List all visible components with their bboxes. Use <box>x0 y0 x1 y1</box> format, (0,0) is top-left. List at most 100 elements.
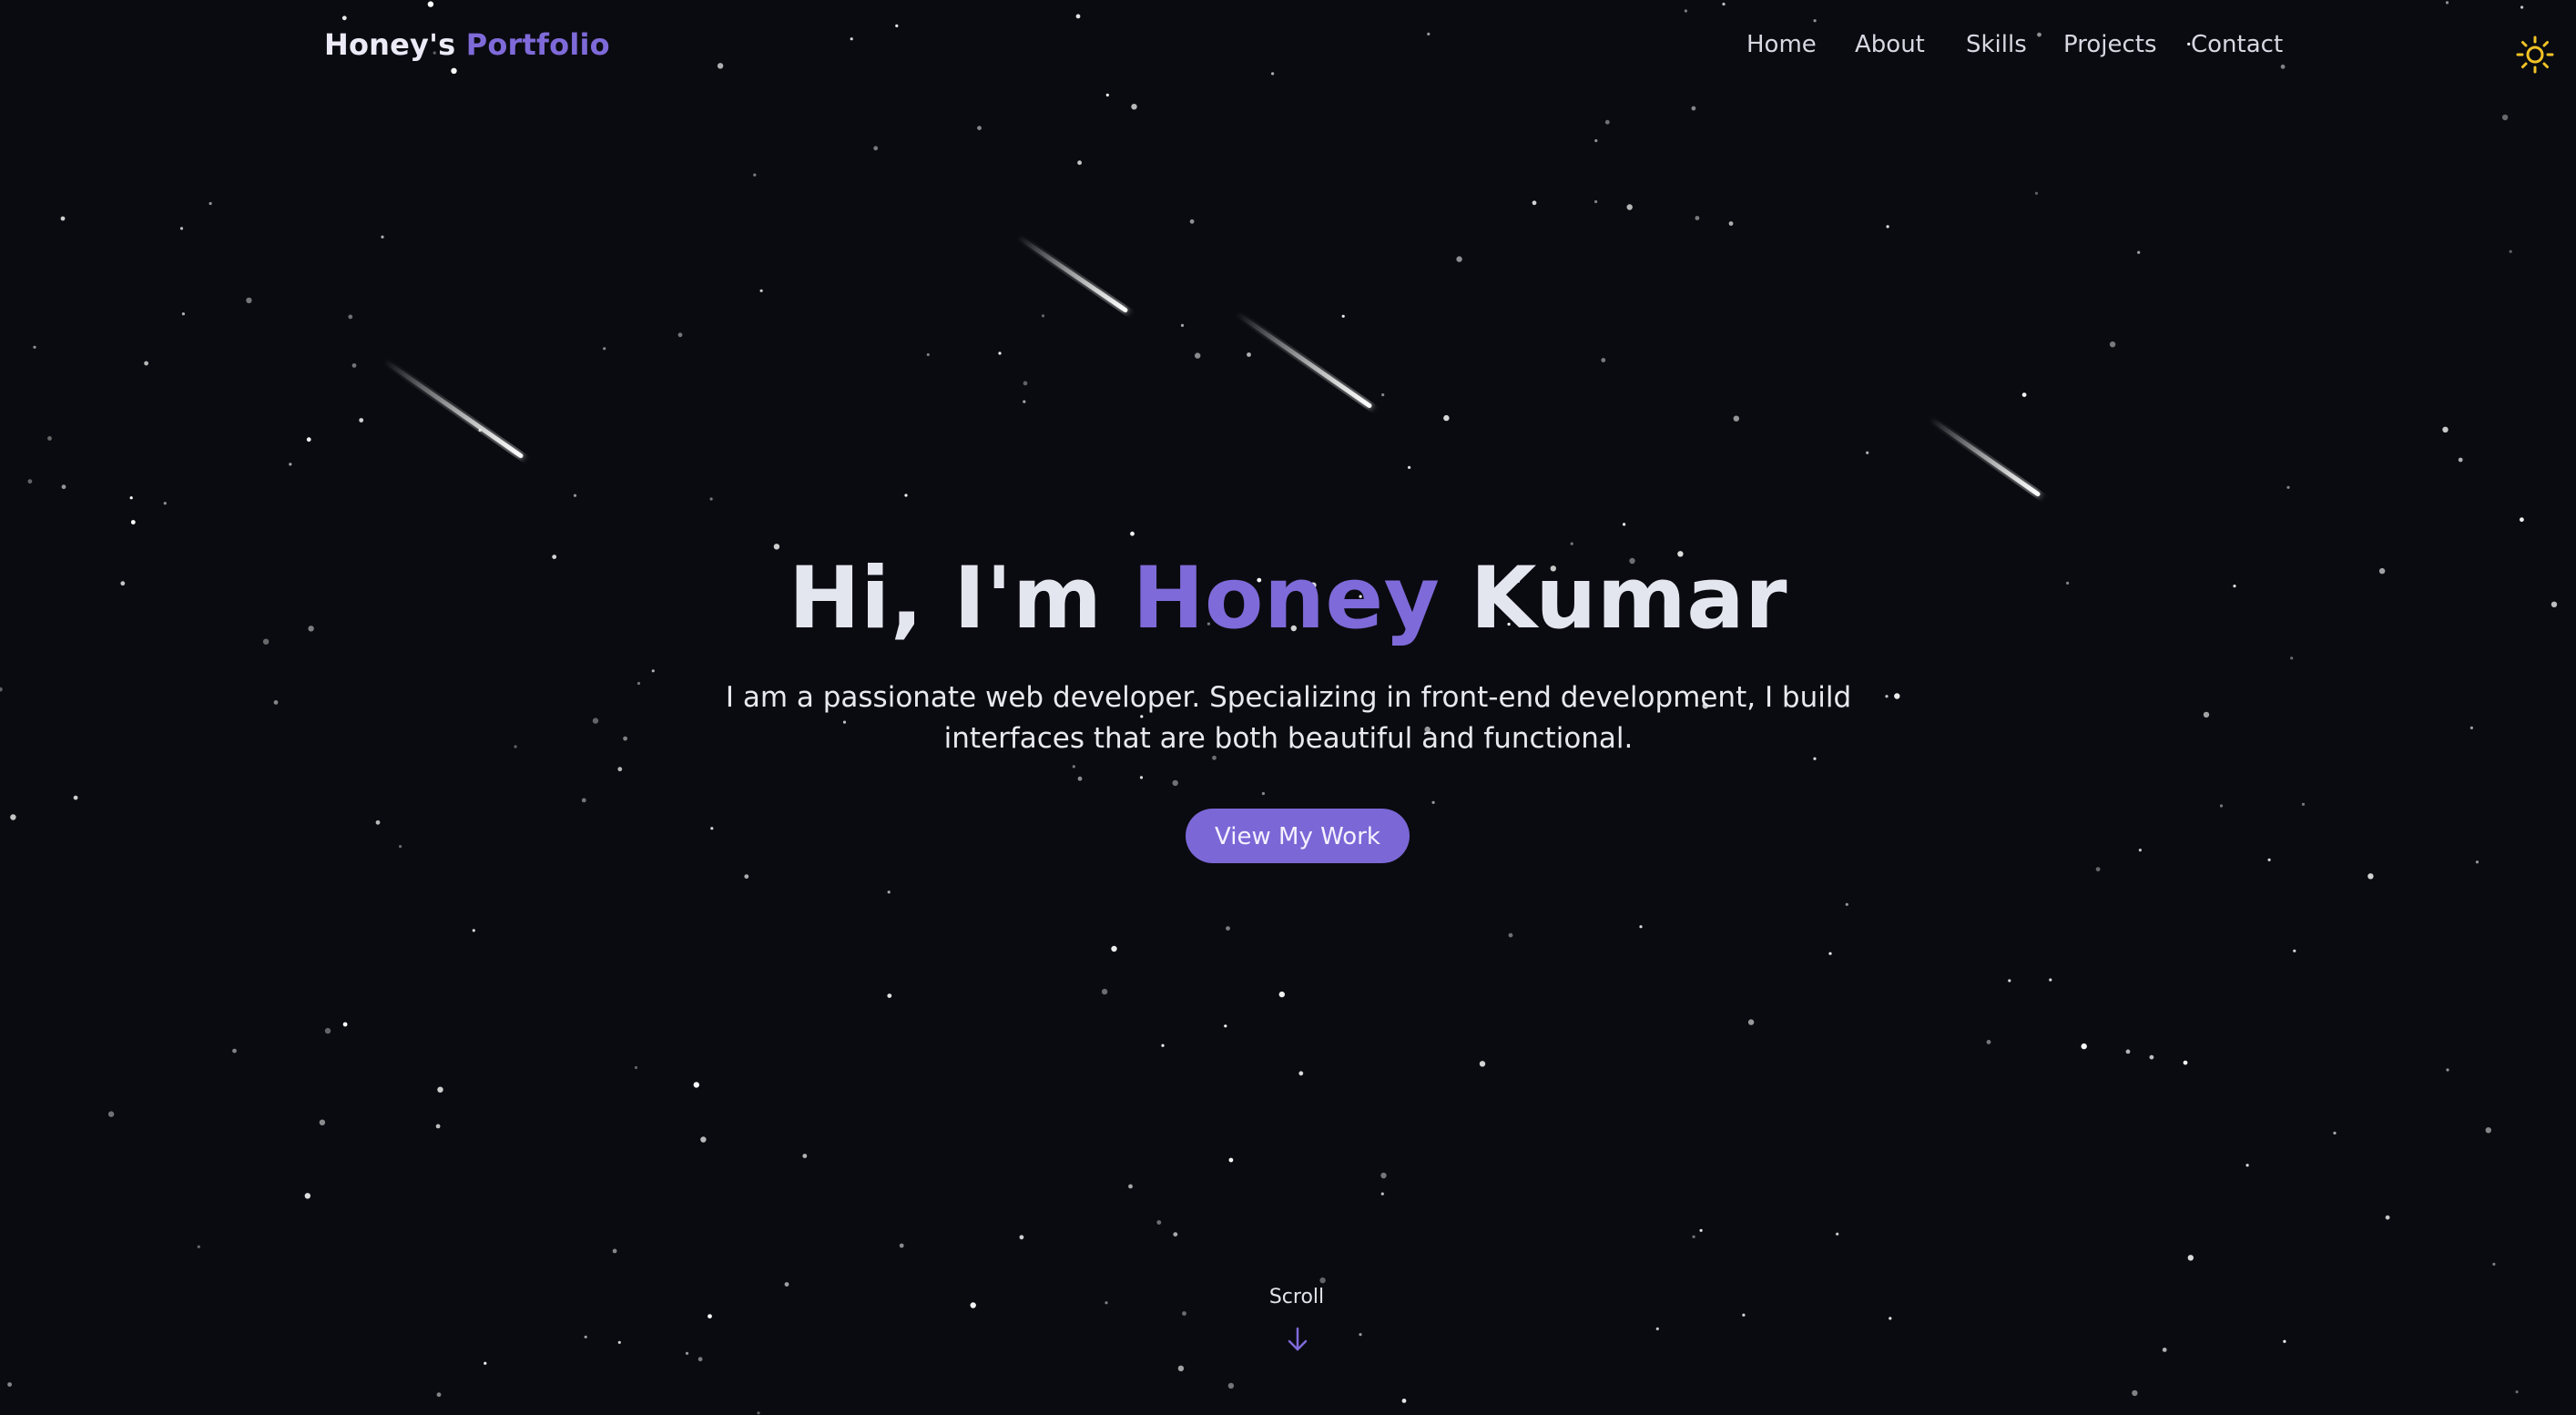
nav-link-projects[interactable]: Projects <box>2063 31 2157 58</box>
star <box>1128 1184 1133 1189</box>
star <box>10 814 16 820</box>
star <box>2021 392 2027 397</box>
view-my-work-button[interactable]: View My Work <box>1186 809 1410 863</box>
star <box>2520 517 2524 523</box>
star <box>700 1136 707 1143</box>
star <box>2385 1215 2390 1220</box>
star <box>1532 200 1537 206</box>
site-logo[interactable]: Honey's Portfolio <box>324 27 610 62</box>
star <box>2458 457 2463 463</box>
star <box>2081 1043 2087 1050</box>
star <box>73 795 78 800</box>
star <box>1380 1192 1384 1196</box>
star <box>436 1392 442 1398</box>
star <box>709 497 713 501</box>
star <box>2219 804 2224 808</box>
star <box>2187 1255 2194 1261</box>
nav-link-skills[interactable]: Skills <box>1966 31 2027 58</box>
star <box>2132 1390 2138 1397</box>
star <box>304 1193 311 1199</box>
nav-link-contact[interactable]: Contact <box>2191 31 2283 58</box>
star <box>1261 791 1265 796</box>
star <box>1023 381 1028 386</box>
star <box>887 993 892 998</box>
star <box>784 1282 789 1287</box>
star <box>1139 776 1144 779</box>
star <box>2469 726 2473 730</box>
star <box>603 347 606 351</box>
scroll-label: Scroll <box>1268 1286 1325 1308</box>
star <box>1298 1071 1304 1076</box>
star <box>1691 106 1696 111</box>
star <box>634 1065 638 1070</box>
star <box>1889 1317 1892 1320</box>
star <box>1195 352 1201 359</box>
star <box>359 418 364 422</box>
hero-title-prefix: Hi, I'm <box>788 549 1103 648</box>
star <box>181 312 185 316</box>
nav-link-about[interactable]: About <box>1855 31 1925 58</box>
logo-accent-text: Portfolio <box>465 27 610 62</box>
star <box>1594 199 1598 204</box>
navbar: Honey's Portfolio Home About Skills Proj… <box>0 0 2576 100</box>
star <box>1866 451 1869 454</box>
star <box>1623 523 1626 526</box>
scroll-down-button[interactable] <box>1286 1326 1309 1353</box>
star <box>887 891 891 894</box>
arrow-down-icon <box>1288 1327 1308 1351</box>
star <box>2301 802 2306 806</box>
star <box>1639 925 1643 929</box>
star <box>581 798 586 803</box>
hero-title-last-name: Kumar <box>1470 549 1788 648</box>
shooting-star <box>383 359 524 459</box>
hero-section: Honey's Portfolio Home About Skills Proj… <box>0 0 2576 1415</box>
star <box>1828 952 1832 955</box>
star <box>60 216 66 221</box>
star <box>2509 249 2512 253</box>
star <box>693 1082 699 1088</box>
star <box>1570 542 1573 545</box>
star <box>107 1111 115 1117</box>
star <box>2203 711 2210 718</box>
star <box>1479 1061 1486 1067</box>
star <box>1508 932 1513 938</box>
star <box>61 484 66 490</box>
star <box>1699 1228 1703 1232</box>
star <box>289 463 292 466</box>
star <box>873 146 879 151</box>
star <box>375 819 381 825</box>
star <box>1019 1235 1024 1240</box>
star <box>1695 216 1700 220</box>
star <box>2485 1127 2491 1134</box>
star <box>2293 949 2296 952</box>
star <box>0 687 3 692</box>
star <box>514 745 517 748</box>
star <box>1359 1333 1362 1337</box>
hero-subtitle: I am a passionate web developer. Special… <box>725 681 1852 755</box>
star <box>2333 1131 2337 1135</box>
star <box>710 827 714 830</box>
star <box>1278 991 1286 998</box>
star <box>306 437 311 443</box>
star <box>802 1154 808 1158</box>
star <box>1836 1232 1839 1236</box>
star <box>2283 1339 2286 1343</box>
star <box>1180 323 1185 327</box>
star <box>472 929 475 932</box>
star <box>1173 1232 1178 1237</box>
star <box>324 1027 331 1034</box>
star <box>1172 779 1178 787</box>
star <box>2267 858 2271 861</box>
star <box>1077 776 1083 781</box>
star <box>197 1245 200 1248</box>
star <box>1182 1311 1186 1316</box>
star <box>1733 415 1740 422</box>
star <box>342 1022 348 1027</box>
star <box>2095 867 2101 871</box>
star <box>1247 352 1251 357</box>
theme-toggle-button[interactable] <box>2515 35 2555 75</box>
star <box>773 544 780 550</box>
nav-link-home[interactable]: Home <box>1746 31 1817 58</box>
star <box>1601 358 1606 362</box>
star <box>47 436 52 441</box>
